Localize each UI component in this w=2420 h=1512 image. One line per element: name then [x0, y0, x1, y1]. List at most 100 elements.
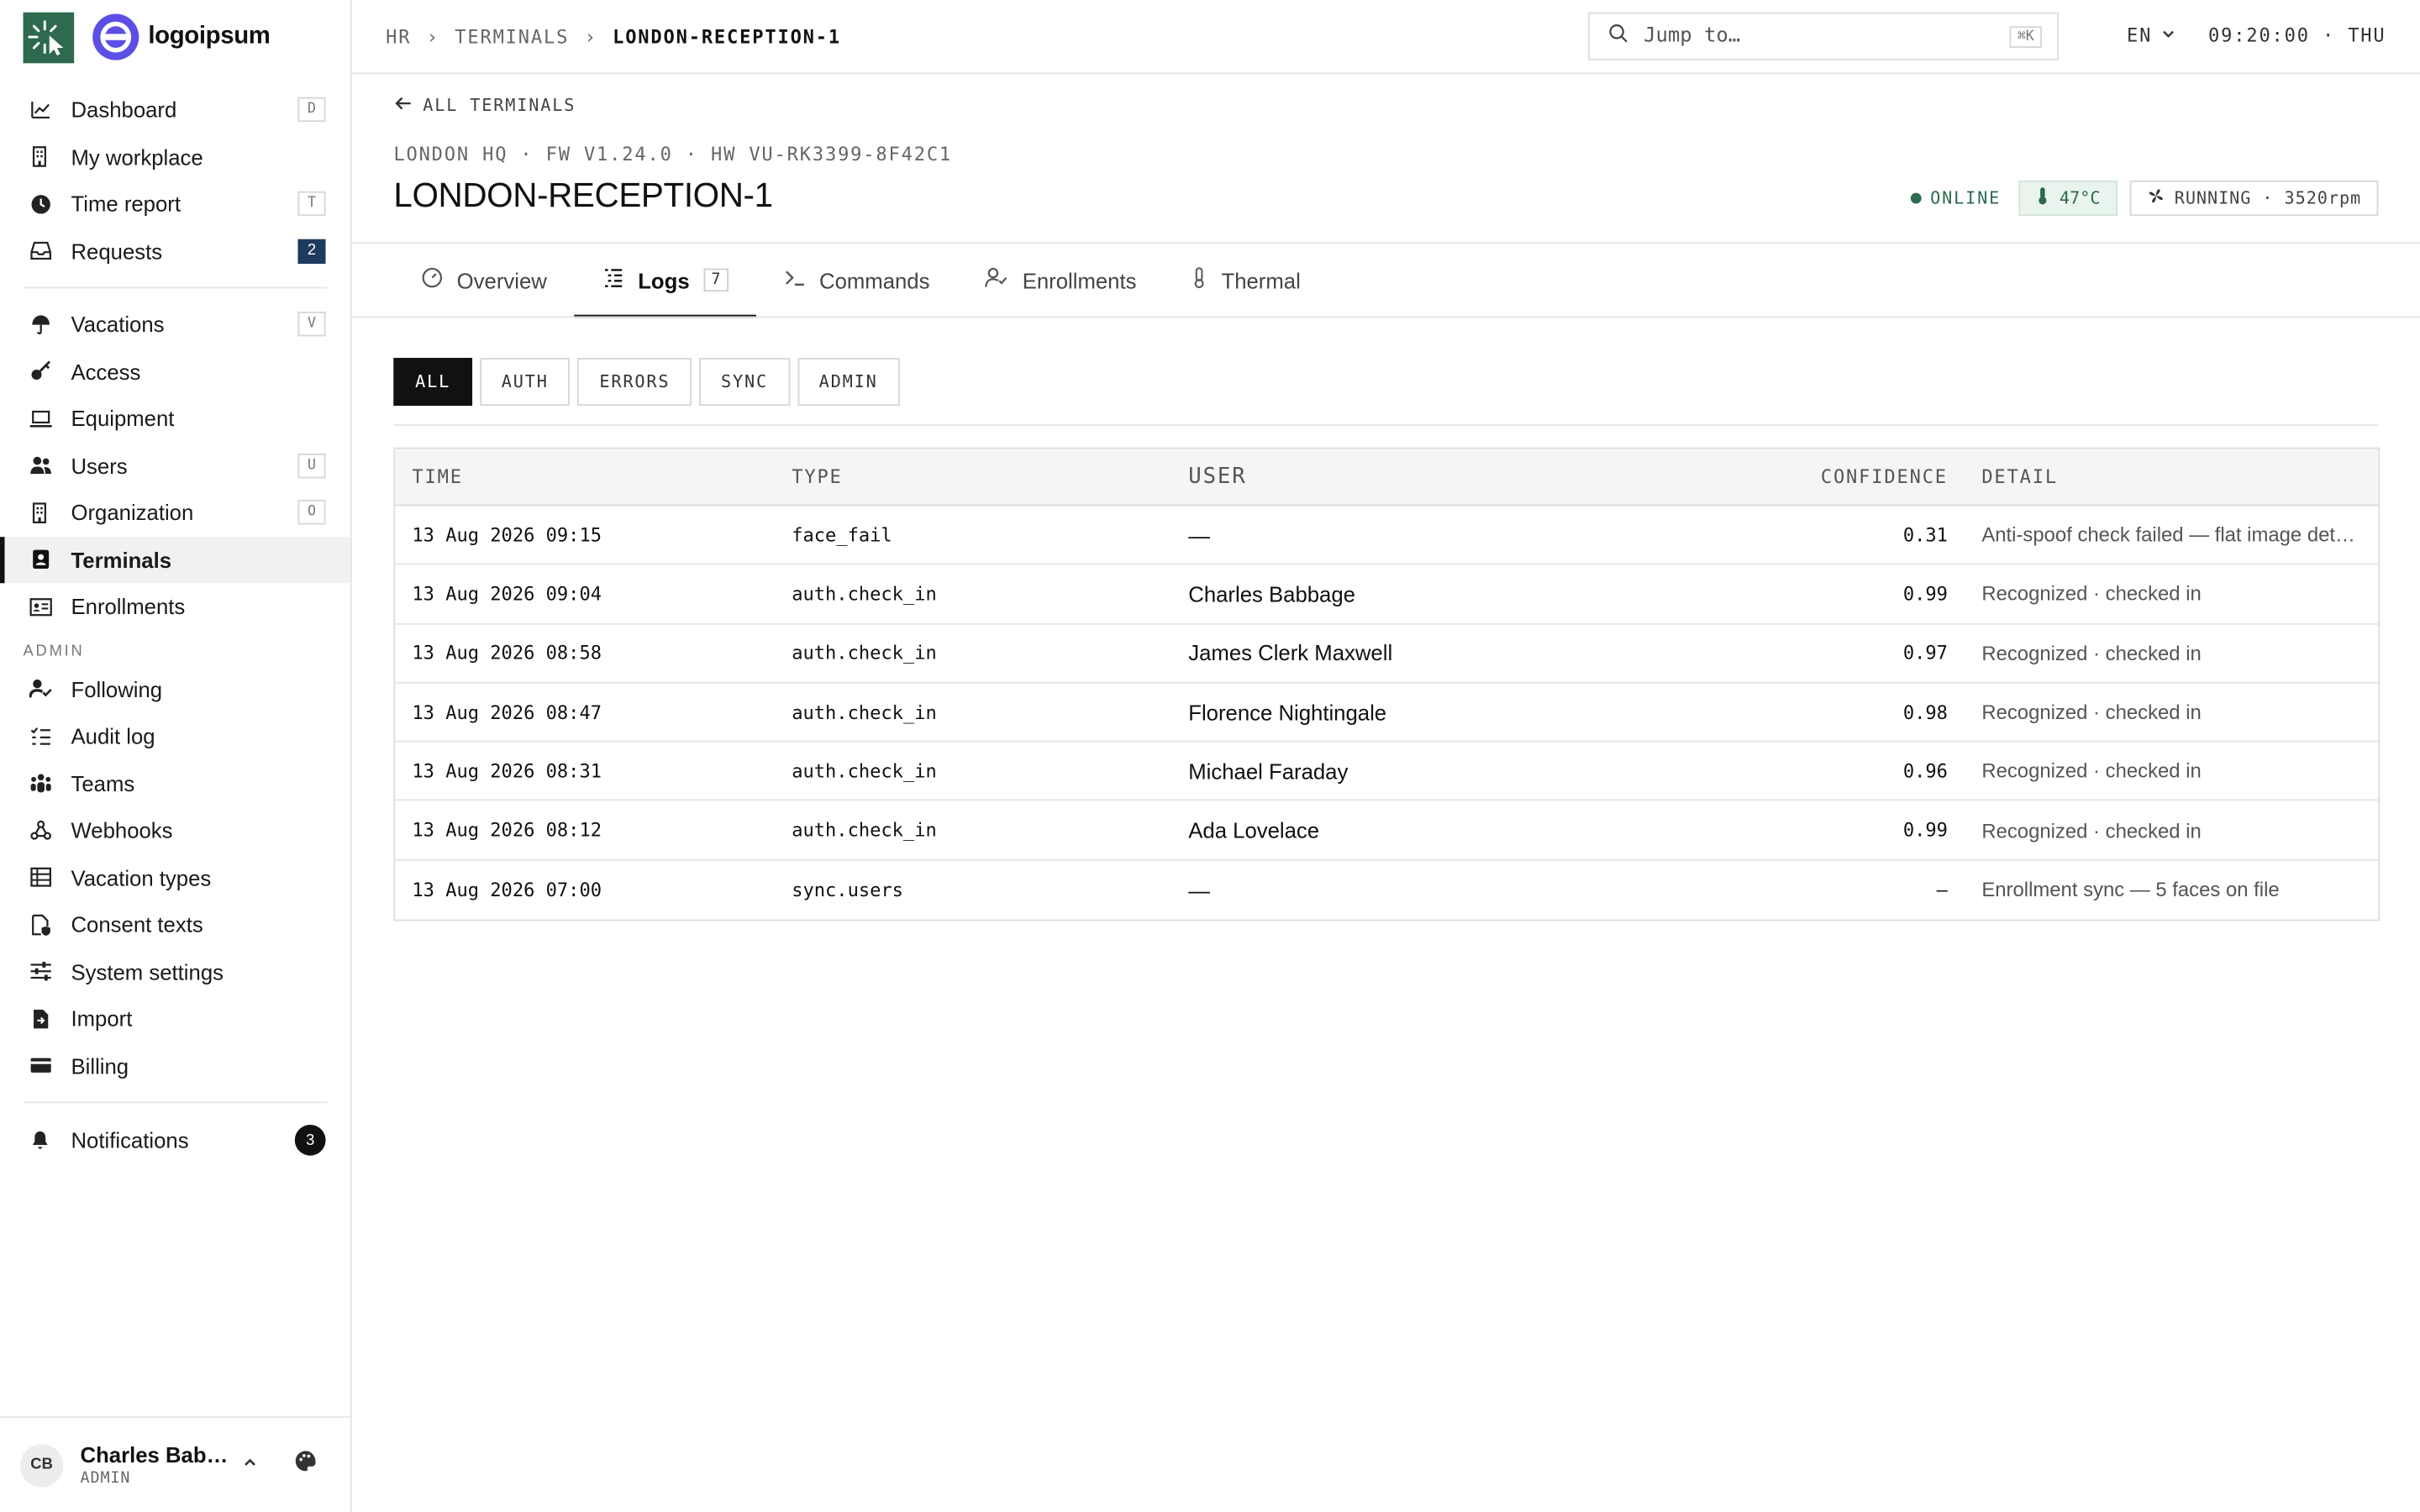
sidebar-item-vacation-types[interactable]: Vacation types: [0, 854, 350, 901]
tab-overview[interactable]: Overview: [393, 244, 575, 316]
column-header-type[interactable]: TYPE: [792, 466, 1188, 488]
breadcrumb: HR › TERMINALS › LONDON-RECEPTION-1: [386, 25, 841, 47]
column-header-detail[interactable]: DETAIL: [1965, 466, 2378, 488]
search-shortcut: ⌘K: [2009, 25, 2042, 48]
admin-section-label: ADMIN: [23, 642, 85, 660]
search-placeholder: Jump to…: [1644, 24, 1741, 48]
badge-icon: [28, 548, 52, 572]
sidebar-item-time-report[interactable]: Time report T: [0, 181, 350, 228]
sidebar-item-dashboard[interactable]: Dashboard D: [0, 87, 350, 134]
temperature-value: 47°C: [2059, 188, 2101, 208]
table-row[interactable]: 13 Aug 2026 08:47 auth.check_in Florence N…: [395, 683, 2379, 743]
column-header-time[interactable]: TIME: [395, 466, 792, 488]
table-row[interactable]: 13 Aug 2026 08:31 auth.check_in Michael Fa…: [395, 743, 2379, 802]
sidebar-item-equipment[interactable]: Equipment: [0, 395, 350, 442]
avatar[interactable]: CB: [19, 1443, 64, 1487]
sidebar-item-users[interactable]: Users U: [0, 442, 350, 489]
cell-confidence: 0.99: [1902, 819, 1948, 842]
cell-type: sync.users: [792, 879, 903, 901]
sidebar-item-requests[interactable]: Requests 2: [0, 228, 350, 275]
filter-all[interactable]: ALL: [393, 358, 472, 407]
cell-type: face_fail: [792, 523, 892, 546]
sidebar-item-label: Webhooks: [71, 817, 173, 843]
search-input[interactable]: Jump to… ⌘K: [1587, 12, 2060, 60]
filter-auth[interactable]: AUTH: [479, 358, 571, 407]
team-icon: [28, 771, 52, 795]
back-link-label: ALL TERMINALS: [423, 95, 576, 116]
cell-detail: Anti-spoof check failed — flat image det…: [1981, 522, 2379, 547]
tab-label: Commands: [819, 267, 930, 293]
sidebar-item-teams[interactable]: Teams: [0, 760, 350, 807]
nav-secondary: Vacations V Access Equipment Users U Organizat…: [0, 288, 350, 643]
brand-mark-icon[interactable]: [23, 11, 75, 63]
shortcut-key: V: [297, 312, 326, 337]
cell-time: 13 Aug 2026 08:31: [412, 760, 602, 782]
notifications-count-badge: 3: [294, 1125, 326, 1157]
table-row[interactable]: 13 Aug 2026 08:12 auth.check_in Ada Lovela…: [395, 801, 2379, 861]
sidebar-item-my-workplace[interactable]: My workplace: [0, 134, 350, 181]
status-label: ONLINE: [1930, 188, 2002, 208]
tab-thermal[interactable]: Thermal: [1165, 244, 1328, 316]
sidebar-item-consent-texts[interactable]: Consent texts: [0, 901, 350, 948]
palette-icon[interactable]: [293, 1449, 318, 1482]
cell-confidence: 0.98: [1902, 701, 1948, 723]
sidebar-item-billing[interactable]: Billing: [0, 1042, 350, 1089]
table-row[interactable]: 13 Aug 2026 09:04 auth.check_in Charles Ba…: [395, 565, 2379, 625]
back-link[interactable]: ALL TERMINALS: [393, 94, 576, 118]
sidebar-item-access[interactable]: Access: [0, 348, 350, 395]
sidebar-item-label: Organization: [71, 500, 194, 525]
breadcrumb-item-terminals[interactable]: TERMINALS: [455, 25, 569, 47]
terminal-meta: LONDON HQ · FW V1.24.0 · HW VU-RK3399-8F…: [393, 143, 953, 165]
breadcrumb-item-hr[interactable]: HR: [386, 25, 411, 47]
column-header-user[interactable]: USER: [1188, 465, 1651, 489]
cell-user: Ada Lovelace: [1188, 817, 1320, 843]
cell-user: Charles Babbage: [1188, 581, 1355, 606]
clock-icon: [28, 192, 52, 216]
cell-confidence: 0.97: [1902, 642, 1948, 664]
online-status: ONLINE: [1910, 188, 2001, 208]
logs-icon: [602, 267, 624, 293]
table-row[interactable]: 13 Aug 2026 07:00 sync.users — – Enrollment …: [395, 860, 2378, 919]
filter-errors[interactable]: ERRORS: [577, 358, 692, 407]
tab-commands[interactable]: Commands: [756, 244, 958, 316]
sidebar-item-audit-log[interactable]: Audit log: [0, 713, 350, 760]
thermometer-icon: [2036, 186, 2050, 210]
sidebar-item-label: Terminals: [71, 547, 172, 572]
language-select[interactable]: EN: [2127, 24, 2177, 46]
filter-admin[interactable]: ADMIN: [797, 358, 900, 407]
sidebar-item-following[interactable]: Following: [0, 666, 350, 713]
tab-logs[interactable]: Logs 7: [574, 244, 757, 318]
sidebar-item-import[interactable]: Import: [0, 995, 350, 1042]
brand-name: logoipsum: [148, 23, 271, 50]
tab-enrollments[interactable]: Enrollments: [958, 244, 1165, 316]
tabs-divider: [351, 316, 2420, 318]
breadcrumb-item-current: LONDON-RECEPTION-1: [613, 25, 842, 48]
user-footer[interactable]: CB Charles Babbage ADMIN: [0, 1416, 350, 1512]
column-header-confidence[interactable]: CONFIDENCE: [1651, 466, 1965, 488]
brand-logo[interactable]: logoipsum: [92, 13, 271, 60]
sidebar-item-vacations[interactable]: Vacations V: [0, 301, 350, 348]
sidebar-item-terminals[interactable]: Terminals: [0, 536, 350, 584]
table-row[interactable]: 13 Aug 2026 08:58 auth.check_in James Cler…: [395, 624, 2379, 684]
sidebar-item-notifications[interactable]: Notifications 3: [0, 1117, 350, 1164]
cell-detail: Enrollment sync — 5 faces on file: [1981, 878, 2280, 902]
arrow-left-icon: [393, 94, 412, 118]
sidebar-item-system-settings[interactable]: System settings: [0, 948, 350, 995]
sidebar-item-organization[interactable]: Organization O: [0, 489, 350, 536]
sidebar-item-label: Consent texts: [71, 911, 203, 937]
cell-time: 13 Aug 2026 08:12: [412, 819, 602, 842]
sidebar-item-enrollments[interactable]: Enrollments: [0, 583, 350, 630]
chevron-up-icon[interactable]: [241, 1451, 260, 1478]
thermometer-icon: [1192, 267, 1207, 293]
shortcut-key: O: [297, 500, 326, 525]
file-import-icon: [28, 1006, 52, 1031]
key-icon: [28, 359, 52, 383]
filter-sync[interactable]: SYNC: [699, 358, 790, 407]
tab-label: Logs: [638, 267, 690, 293]
cell-time: 13 Aug 2026 09:04: [412, 583, 602, 605]
webhook-icon: [28, 818, 52, 843]
cell-user: Florence Nightingale: [1188, 700, 1387, 725]
sidebar-item-webhooks[interactable]: Webhooks: [0, 807, 350, 854]
table-row[interactable]: 13 Aug 2026 09:15 face_fail — 0.31 Anti-spoo…: [395, 506, 2379, 565]
user-meta: Charles Babbage ADMIN: [81, 1442, 229, 1487]
